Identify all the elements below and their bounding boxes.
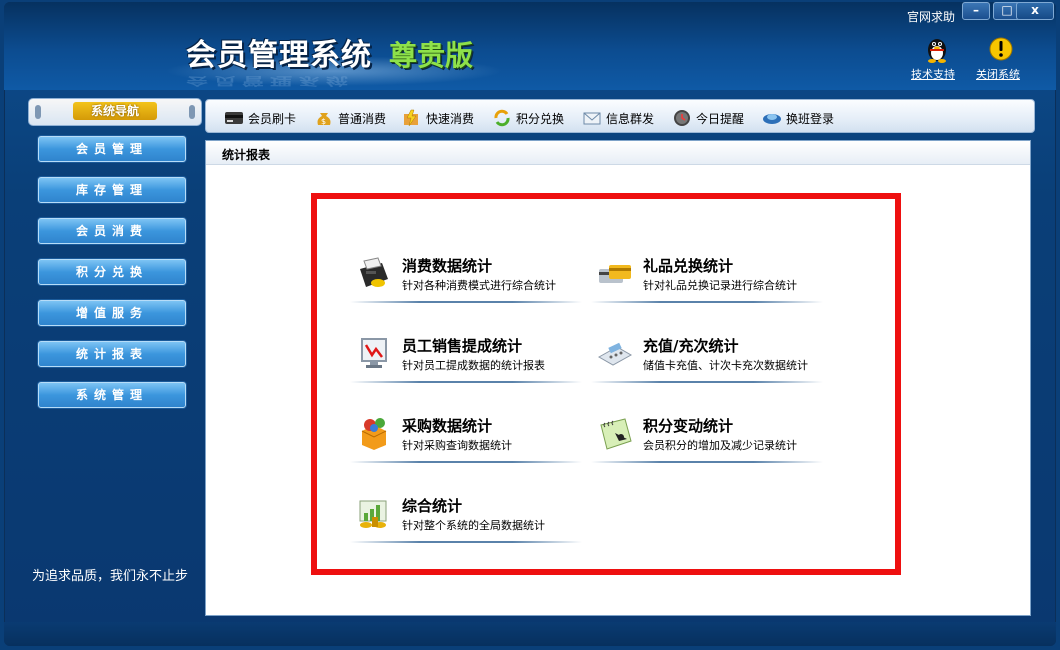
report-recharge-stats[interactable]: 充值/充次统计 储值卡充值、计次卡充次数据统计 bbox=[591, 331, 823, 391]
header bbox=[4, 2, 1056, 90]
calculator-icon bbox=[597, 342, 633, 366]
cards-icon bbox=[599, 265, 631, 283]
envelope-icon bbox=[583, 112, 601, 125]
report-title: 礼品兑换统计 bbox=[643, 257, 734, 275]
toolbar-label: 今日提醒 bbox=[696, 111, 745, 126]
pin-left-icon bbox=[35, 105, 41, 119]
report-title: 积分变动统计 bbox=[643, 417, 734, 435]
report-subtitle: 会员积分的增加及减少记录统计 bbox=[643, 439, 797, 452]
report-comprehensive-stats[interactable]: 综合统计 针对整个系统的全局数据统计 bbox=[350, 491, 582, 551]
divider bbox=[350, 301, 582, 303]
toolbar-quick-consumption[interactable]: 快速消费 bbox=[402, 108, 474, 128]
cash-register-icon bbox=[360, 257, 388, 287]
sidebar: 系统导航 会员管理 库存管理 会员消费 积分兑换 增值服务 统计报表 系统管理 bbox=[18, 96, 202, 616]
sidebar-item-member-consumption[interactable]: 会员消费 bbox=[38, 218, 186, 244]
report-title: 采购数据统计 bbox=[402, 417, 493, 435]
close-system-link[interactable]: 关闭系统 bbox=[976, 66, 1020, 82]
toolbar-normal-consumption[interactable]: $ 普通消费 bbox=[314, 108, 386, 128]
toolbar-label: 会员刷卡 bbox=[248, 111, 297, 126]
login-icon bbox=[763, 114, 781, 124]
sidebar-item-member-management[interactable]: 会员管理 bbox=[38, 136, 186, 162]
minimize-button[interactable]: – bbox=[962, 2, 990, 20]
tech-support-link[interactable]: 技术支持 bbox=[911, 66, 955, 82]
card-reader-icon bbox=[225, 112, 243, 124]
toolbar-label: 换班登录 bbox=[786, 111, 835, 126]
report-title: 充值/充次统计 bbox=[643, 337, 739, 355]
svg-text:$: $ bbox=[321, 117, 326, 126]
money-bag-icon: $ bbox=[317, 113, 331, 126]
lightning-icon bbox=[404, 109, 418, 127]
warning-icon[interactable] bbox=[986, 34, 1016, 64]
exchange-icon bbox=[494, 109, 510, 127]
status-bar bbox=[4, 622, 1056, 646]
help-link[interactable]: 官网求助 bbox=[907, 8, 955, 25]
purchase-box-icon bbox=[361, 418, 387, 450]
divider bbox=[350, 461, 582, 463]
slogan: 为追求品质，我们永不止步 bbox=[32, 569, 189, 584]
sidebar-item-system-management[interactable]: 系统管理 bbox=[38, 382, 186, 408]
pin-right-icon bbox=[189, 105, 195, 119]
divider bbox=[350, 541, 582, 543]
toolbar-mass-message[interactable]: 信息群发 bbox=[582, 108, 654, 128]
toolbar-label: 快速消费 bbox=[426, 111, 475, 126]
report-subtitle: 针对员工提成数据的统计报表 bbox=[402, 359, 545, 372]
title-reflection: 会员管理系统 bbox=[186, 74, 355, 88]
toolbar-card-swipe[interactable]: 会员刷卡 bbox=[224, 108, 296, 128]
sidebar-header: 系统导航 bbox=[28, 98, 202, 126]
toolbar-label: 普通消费 bbox=[338, 111, 387, 126]
monitor-chart-icon bbox=[361, 338, 387, 368]
toolbar-points-exchange[interactable]: 积分兑换 bbox=[492, 108, 564, 128]
divider bbox=[591, 301, 823, 303]
sidebar-header-label: 系统导航 bbox=[73, 102, 157, 120]
report-title: 综合统计 bbox=[402, 497, 463, 515]
content-header: 统计报表 bbox=[206, 141, 1030, 165]
sidebar-item-points-exchange[interactable]: 积分兑换 bbox=[38, 259, 186, 285]
report-staff-commission-stats[interactable]: 员工销售提成统计 针对员工提成数据的统计报表 bbox=[350, 331, 582, 391]
penguin-icon[interactable] bbox=[922, 34, 952, 64]
sidebar-item-inventory-management[interactable]: 库存管理 bbox=[38, 177, 186, 203]
divider bbox=[591, 461, 823, 463]
report-subtitle: 针对礼品兑换记录进行综合统计 bbox=[643, 279, 797, 292]
app-window: 会员管理系统 尊贵版 会员管理系统 官网求助 – □ x 技术支持 关闭系统 系… bbox=[0, 0, 1060, 650]
section-title: 统计报表 bbox=[222, 148, 271, 162]
report-subtitle: 针对各种消费模式进行综合统计 bbox=[402, 279, 556, 292]
toolbar-shift-login[interactable]: 换班登录 bbox=[762, 108, 834, 128]
report-subtitle: 针对整个系统的全局数据统计 bbox=[402, 519, 545, 532]
sidebar-item-statistics-reports[interactable]: 统计报表 bbox=[38, 341, 186, 367]
report-purchase-stats[interactable]: 采购数据统计 针对采购查询数据统计 bbox=[350, 411, 582, 471]
report-title: 消费数据统计 bbox=[402, 257, 493, 275]
close-button[interactable]: x bbox=[1016, 2, 1054, 20]
bar-chart-coins-icon bbox=[359, 500, 387, 528]
report-subtitle: 储值卡充值、计次卡充次数据统计 bbox=[643, 359, 808, 372]
toolbar-label: 积分兑换 bbox=[516, 111, 565, 126]
toolbar: 会员刷卡 $ 普通消费 快速消费 积分兑换 信息群发 今日提醒 换班登录 bbox=[205, 99, 1035, 133]
report-title: 员工销售提成统计 bbox=[402, 337, 523, 355]
toolbar-label: 信息群发 bbox=[606, 111, 655, 126]
divider bbox=[591, 381, 823, 383]
app-title: 会员管理系统 bbox=[186, 38, 372, 73]
app-edition: 尊贵版 bbox=[389, 39, 474, 72]
report-subtitle: 针对采购查询数据统计 bbox=[402, 439, 512, 452]
divider bbox=[350, 381, 582, 383]
report-gift-exchange-stats[interactable]: 礼品兑换统计 针对礼品兑换记录进行综合统计 bbox=[591, 251, 823, 311]
toolbar-today-reminder[interactable]: 今日提醒 bbox=[672, 108, 744, 128]
report-points-change-stats[interactable]: 积分变动统计 会员积分的增加及减少记录统计 bbox=[591, 411, 823, 471]
clock-icon bbox=[674, 110, 690, 126]
report-consumption-stats[interactable]: 消费数据统计 针对各种消费模式进行综合统计 bbox=[350, 251, 582, 311]
sidebar-item-value-added-service[interactable]: 增值服务 bbox=[38, 300, 186, 326]
notebook-icon bbox=[600, 418, 632, 450]
